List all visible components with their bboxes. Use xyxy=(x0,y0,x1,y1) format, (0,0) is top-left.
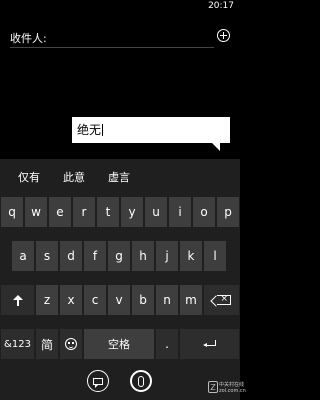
zol-watermark: Z 中关村在线 zol.com.cn xyxy=(208,380,246,396)
period-key[interactable]: . xyxy=(156,329,178,359)
key-z[interactable]: z xyxy=(36,285,58,315)
key-u[interactable]: u xyxy=(145,197,167,227)
recipient-label: 收件人: xyxy=(10,32,47,45)
key-v[interactable]: v xyxy=(108,285,130,315)
zol-logo: Z xyxy=(208,381,218,393)
recipient-row[interactable]: 收件人: xyxy=(0,27,240,49)
status-bar: 20:17 xyxy=(0,0,240,14)
backspace-key[interactable]: × xyxy=(204,285,239,315)
watermark-line2: zol.com.cn xyxy=(219,388,246,394)
key-m[interactable]: m xyxy=(180,285,202,315)
status-time: 20:17 xyxy=(208,1,234,11)
soft-keyboard: 仅有 此意 虚言 q w e r t y u i o p a s d f g h… xyxy=(0,159,240,364)
key-p[interactable]: p xyxy=(217,197,239,227)
language-key[interactable]: 简 xyxy=(36,329,58,359)
key-e[interactable]: e xyxy=(49,197,71,227)
suggestion-item[interactable]: 仅有 xyxy=(18,169,40,185)
app-bar: Z 中关村在线 zol.com.cn xyxy=(0,364,246,400)
key-x[interactable]: x xyxy=(60,285,82,315)
numbers-key[interactable]: &123 xyxy=(1,329,34,359)
key-q[interactable]: q xyxy=(1,197,23,227)
key-w[interactable]: w xyxy=(25,197,47,227)
key-d[interactable]: d xyxy=(60,241,82,271)
bubble-tail xyxy=(212,143,220,151)
key-j[interactable]: j xyxy=(156,241,178,271)
suggestion-bar: 仅有 此意 虚言 xyxy=(0,159,240,193)
key-i[interactable]: i xyxy=(169,197,191,227)
compose-text: 绝无 xyxy=(77,123,104,137)
add-circle-icon[interactable] xyxy=(217,29,230,42)
key-g[interactable]: g xyxy=(108,241,130,271)
recipient-underline xyxy=(10,47,214,48)
text-caret xyxy=(102,124,104,136)
shift-key[interactable] xyxy=(1,285,34,315)
key-o[interactable]: o xyxy=(193,197,215,227)
key-t[interactable]: t xyxy=(97,197,119,227)
key-a[interactable]: a xyxy=(12,241,34,271)
attach-icon xyxy=(138,375,144,387)
key-s[interactable]: s xyxy=(36,241,58,271)
key-k[interactable]: k xyxy=(180,241,202,271)
shift-icon xyxy=(12,294,23,306)
emoji-key[interactable] xyxy=(60,329,82,359)
enter-icon xyxy=(202,340,216,348)
space-key[interactable]: 空格 xyxy=(84,329,154,359)
emoji-icon xyxy=(65,338,77,350)
attach-button[interactable] xyxy=(130,370,152,392)
watermark-line1: 中关村在线 xyxy=(219,382,245,388)
key-f[interactable]: f xyxy=(84,241,106,271)
speech-bubble-icon xyxy=(93,377,103,388)
enter-key[interactable] xyxy=(180,329,239,359)
suggestion-item[interactable]: 虚言 xyxy=(108,169,130,185)
message-compose-box[interactable]: 绝无 xyxy=(72,117,230,143)
suggestion-item[interactable]: 此意 xyxy=(63,169,85,185)
key-h[interactable]: h xyxy=(132,241,154,271)
key-l[interactable]: l xyxy=(204,241,226,271)
key-n[interactable]: n xyxy=(156,285,178,315)
key-c[interactable]: c xyxy=(84,285,106,315)
backspace-icon: × xyxy=(216,294,231,305)
key-y[interactable]: y xyxy=(121,197,143,227)
speech-bubble-button[interactable] xyxy=(87,370,109,392)
key-b[interactable]: b xyxy=(132,285,154,315)
key-r[interactable]: r xyxy=(73,197,95,227)
